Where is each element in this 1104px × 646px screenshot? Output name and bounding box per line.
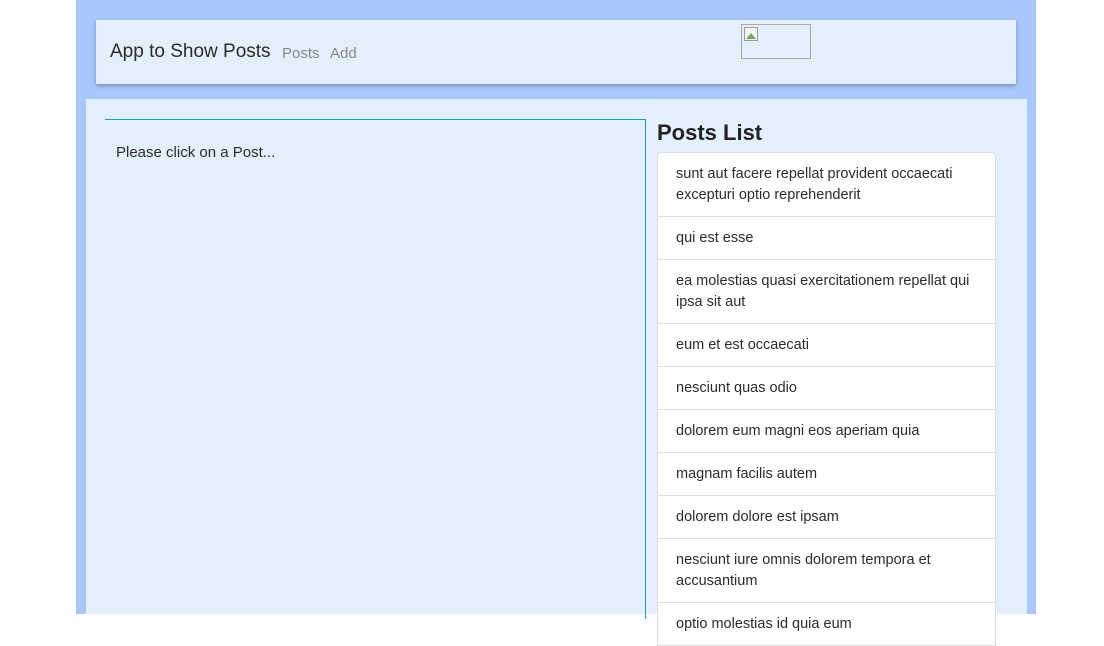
post-list-item[interactable]: eum et est occaecati	[657, 323, 996, 367]
post-list-item[interactable]: ea molestias quasi exercitationem repell…	[657, 259, 996, 324]
post-list-item[interactable]: qui est esse	[657, 216, 996, 260]
main-content: Please click on a Post... Posts List sun…	[86, 99, 1027, 646]
nav-link-posts[interactable]: Posts	[282, 45, 320, 62]
top-navbar: App to Show Posts Posts Add	[96, 20, 1016, 84]
nav-link-add[interactable]: Add	[330, 45, 357, 62]
brand-title[interactable]: App to Show Posts	[110, 41, 271, 63]
broken-image-icon	[741, 24, 811, 59]
post-list-item[interactable]: dolorem dolore est ipsam	[657, 495, 996, 539]
image-placeholder-icon	[744, 27, 758, 41]
post-list-item[interactable]: magnam facilis autem	[657, 452, 996, 496]
posts-list: sunt aut facere repellat provident occae…	[657, 152, 996, 646]
post-list-item[interactable]: dolorem eum magni eos aperiam quia	[657, 409, 996, 453]
post-list-item[interactable]: sunt aut facere repellat provident occae…	[657, 152, 996, 217]
post-detail-panel: Please click on a Post...	[105, 119, 646, 619]
posts-list-title: Posts List	[657, 120, 763, 145]
post-list-item[interactable]: nesciunt quas odio	[657, 366, 996, 410]
app-page: App to Show Posts Posts Add Please click…	[76, 0, 1036, 646]
post-detail-placeholder: Please click on a Post...	[116, 144, 276, 161]
post-list-item[interactable]: optio molestias id quia eum	[657, 602, 996, 646]
post-list-item[interactable]: nesciunt iure omnis dolorem tempora et a…	[657, 538, 996, 603]
